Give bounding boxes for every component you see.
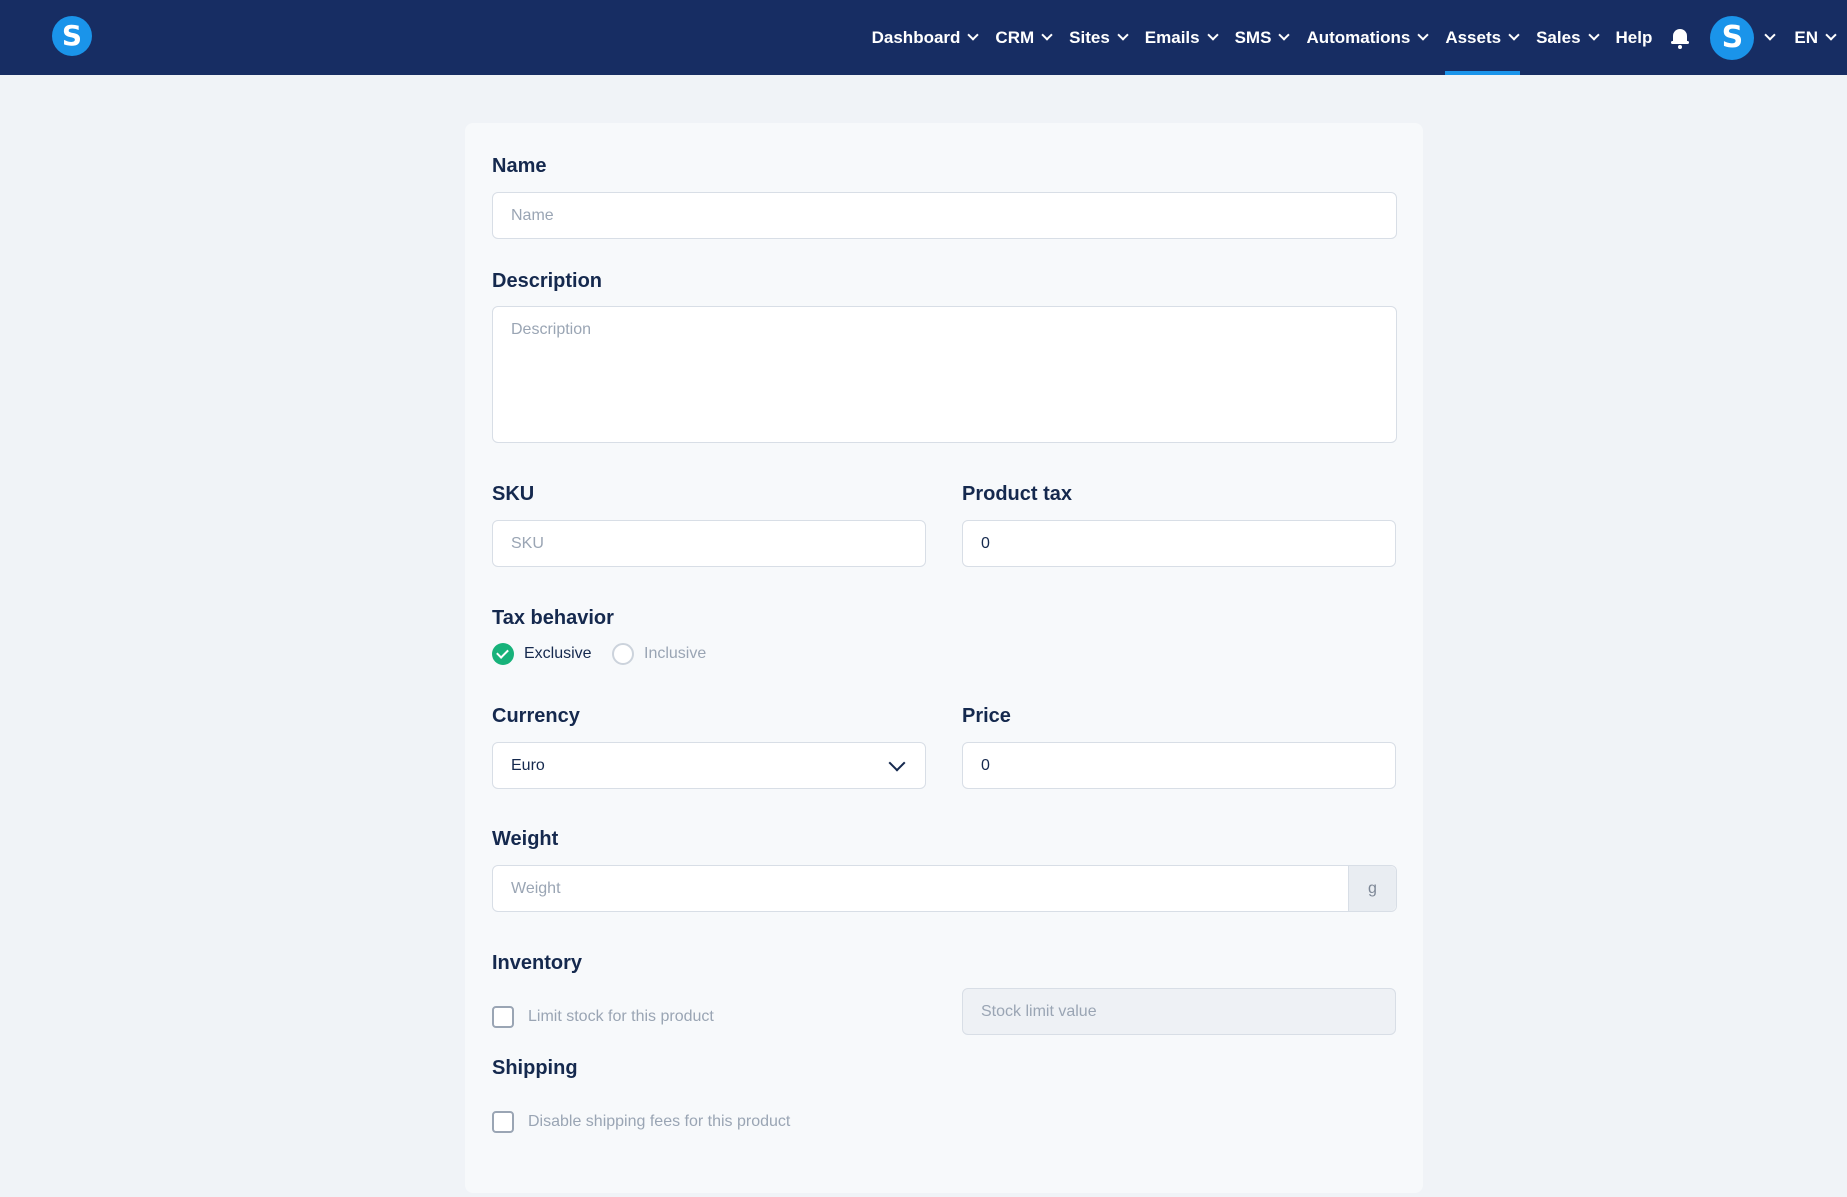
main-nav: Dashboard CRM Sites Emails SMS Automatio…: [872, 0, 1847, 75]
account-menu-toggle[interactable]: [1764, 0, 1777, 75]
name-input[interactable]: Name: [492, 192, 1397, 239]
inventory-label: Inventory: [492, 952, 583, 974]
product-tax-value: 0: [981, 534, 990, 552]
chevron-down-icon: [1041, 29, 1053, 41]
name-placeholder: Name: [511, 206, 554, 224]
language-label: EN: [1794, 27, 1818, 47]
chevron-down-icon: [1825, 29, 1837, 41]
weight-placeholder: Weight: [511, 879, 561, 897]
stock-limit-placeholder: Stock limit value: [981, 1002, 1097, 1020]
chevron-down-icon: [1764, 29, 1777, 41]
checkbox-unchecked-icon: [492, 1006, 514, 1028]
currency-label: Currency: [492, 705, 580, 727]
chevron-down-icon: [1508, 29, 1520, 41]
checkbox-unchecked-icon: [492, 1111, 514, 1133]
nav-emails-label: Emails: [1144, 27, 1200, 47]
chevron-down-icon: [967, 29, 980, 41]
radio-unchecked-icon: [612, 643, 634, 665]
nav-emails[interactable]: Emails: [1144, 0, 1219, 75]
nav-help[interactable]: Help: [1616, 0, 1653, 75]
nav-assets-label: Assets: [1445, 27, 1502, 47]
chevron-down-icon: [1417, 29, 1429, 41]
price-value: 0: [981, 756, 990, 774]
weight-label: Weight: [492, 828, 559, 850]
chevron-down-icon: [1278, 29, 1291, 41]
nav-sites[interactable]: Sites: [1069, 0, 1129, 75]
radio-exclusive[interactable]: Exclusive: [492, 643, 592, 665]
nav-assets[interactable]: Assets: [1445, 0, 1520, 75]
product-form-card: Name Name Description Description SKU SK…: [465, 123, 1423, 1193]
avatar[interactable]: S: [1710, 15, 1755, 60]
description-label: Description: [492, 270, 603, 292]
nav-sms[interactable]: SMS: [1234, 0, 1291, 75]
brand-logo[interactable]: S: [52, 16, 92, 56]
currency-select[interactable]: Euro: [492, 742, 926, 789]
limit-stock-checkbox[interactable]: Limit stock for this product: [492, 1006, 714, 1028]
nav-dashboard[interactable]: Dashboard: [871, 0, 980, 75]
price-label: Price: [962, 705, 1011, 727]
sku-label: SKU: [492, 483, 535, 505]
stock-limit-input[interactable]: Stock limit value: [962, 988, 1396, 1035]
nav-crm-label: CRM: [995, 27, 1035, 47]
nav-dashboard-label: Dashboard: [871, 27, 961, 47]
radio-exclusive-label: Exclusive: [524, 645, 592, 662]
chevron-down-icon: [888, 754, 906, 772]
nav-help-label: Help: [1615, 27, 1653, 47]
nav-sms-label: SMS: [1234, 27, 1272, 47]
chevron-down-icon: [1206, 29, 1219, 41]
nav-sales-label: Sales: [1536, 27, 1581, 47]
radio-inclusive-label: Inclusive: [644, 645, 707, 662]
radio-checked-icon: [492, 643, 514, 665]
shipping-label: Shipping: [492, 1057, 578, 1079]
description-placeholder: Description: [511, 321, 592, 338]
nav-automations[interactable]: Automations: [1306, 0, 1429, 75]
sku-input[interactable]: SKU: [492, 520, 926, 567]
nav-automations-label: Automations: [1306, 27, 1411, 47]
nav-sites-label: Sites: [1069, 27, 1110, 47]
price-input[interactable]: 0: [962, 742, 1396, 789]
sku-placeholder: SKU: [511, 534, 544, 552]
limit-stock-label: Limit stock for this product: [528, 1008, 714, 1025]
product-tax-input[interactable]: 0: [962, 520, 1396, 567]
description-textarea[interactable]: Description: [492, 306, 1397, 443]
currency-value: Euro: [511, 756, 545, 774]
chevron-down-icon: [1117, 29, 1129, 41]
name-label: Name: [492, 155, 547, 177]
avatar-letter: S: [1721, 19, 1744, 55]
radio-inclusive[interactable]: Inclusive: [612, 643, 706, 665]
product-tax-label: Product tax: [962, 483, 1073, 505]
nav-crm[interactable]: CRM: [995, 0, 1053, 75]
bell-icon[interactable]: [1670, 27, 1690, 49]
logo-letter: S: [61, 19, 83, 52]
weight-unit-suffix: g: [1348, 866, 1396, 911]
top-navbar: S Dashboard CRM Sites Emails SMS Automat…: [0, 0, 1847, 75]
disable-shipping-label: Disable shipping fees for this product: [528, 1113, 791, 1130]
weight-input[interactable]: Weight g: [492, 865, 1397, 912]
disable-shipping-checkbox[interactable]: Disable shipping fees for this product: [492, 1111, 790, 1133]
tax-behavior-label: Tax behavior: [492, 607, 614, 629]
language-selector[interactable]: EN: [1794, 0, 1837, 75]
chevron-down-icon: [1587, 29, 1600, 41]
nav-sales[interactable]: Sales: [1536, 0, 1600, 75]
